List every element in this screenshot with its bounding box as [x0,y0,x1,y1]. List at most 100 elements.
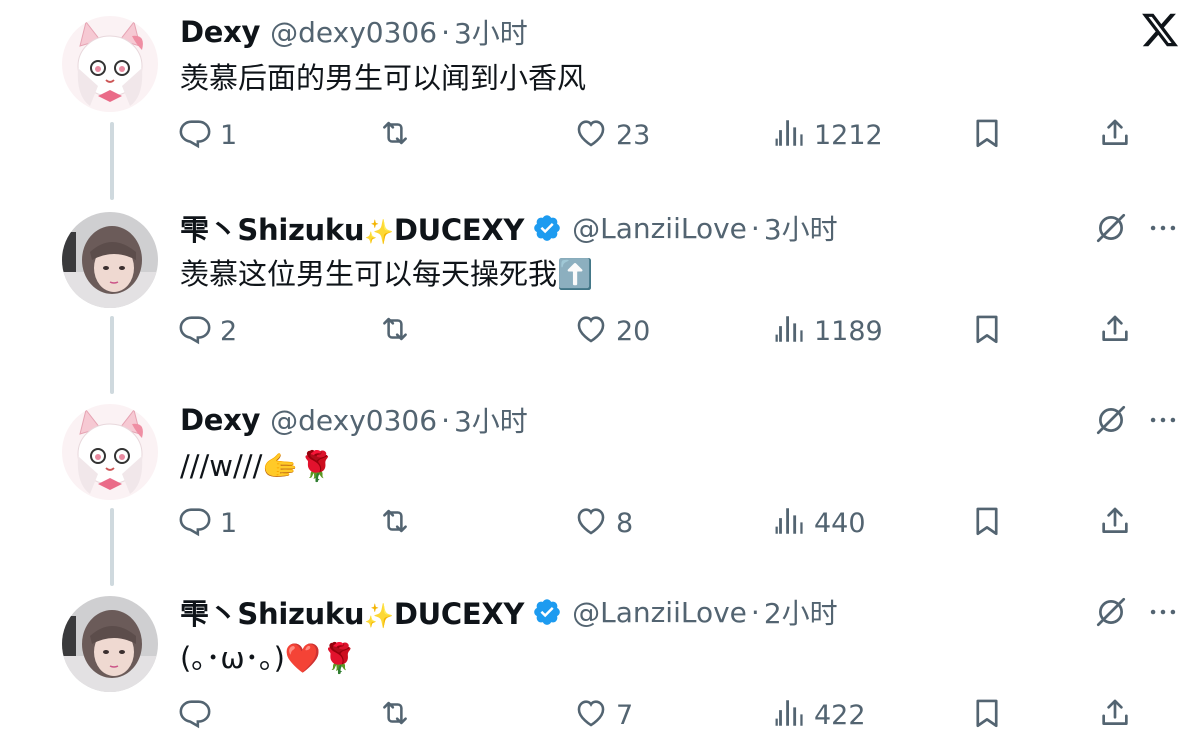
grok-icon[interactable] [1094,590,1128,634]
timestamp[interactable]: 3小时 [454,12,528,52]
handle[interactable]: @dexy0306 [270,404,437,437]
avatar[interactable] [62,404,158,500]
retweet-button[interactable] [378,498,420,548]
bookmark-button[interactable] [970,690,1004,740]
share-button[interactable] [1098,498,1132,548]
bookmark-icon [970,504,1004,542]
retweet-button[interactable] [378,306,420,356]
avatar[interactable] [62,16,158,112]
views-icon [772,116,806,154]
views-button[interactable]: 422 [772,690,866,740]
tweet-header: 雫丶Shizuku✨DUCEXY @LanziiLove · 2小时 [180,590,838,634]
tweet[interactable]: 雫丶Shizuku✨DUCEXY @LanziiLove · 2小时 (｡･ω･｡)❤️… [0,580,1200,753]
reply-count: 2 [220,315,238,347]
sparkles-emoji: ✨ [364,602,394,630]
tweet-text: (｡･ω･｡)❤️🌹 [180,641,358,675]
views-icon [772,504,806,542]
views-icon [772,312,806,350]
display-name[interactable]: Dexy [180,15,260,49]
more-icon[interactable] [1146,590,1180,634]
separator: · [750,595,760,629]
reply-icon [178,312,212,350]
avatar[interactable] [62,212,158,308]
avatar[interactable] [62,596,158,692]
reply-button[interactable]: 1 [178,498,237,548]
like-count: 8 [616,507,634,539]
reply-icon [178,116,212,154]
more-icon[interactable] [1146,206,1180,250]
like-icon [574,504,608,542]
retweet-button[interactable] [378,690,420,740]
tweet-header: 雫丶Shizuku✨DUCEXY @LanziiLove · 3小时 [180,206,838,250]
handle[interactable]: @LanziiLove [572,212,747,245]
like-count: 20 [616,315,651,347]
separator: · [441,15,450,49]
views-count: 440 [814,507,866,539]
like-button[interactable]: 20 [574,306,650,356]
retweet-button[interactable] [378,110,420,160]
share-icon [1098,504,1132,542]
verified-badge-icon [532,597,562,627]
reply-button[interactable]: 2 [178,306,237,356]
views-count: 1189 [814,315,883,347]
sparkles-emoji: ✨ [364,218,394,246]
views-button[interactable]: 1189 [772,306,883,356]
views-count: 422 [814,699,866,731]
reply-button[interactable] [178,690,220,740]
tweet[interactable]: 雫丶Shizuku✨DUCEXY @LanziiLove · 3小时羡慕这位男生可以每… [0,196,1200,386]
timestamp[interactable]: 3小时 [764,208,838,248]
separator: · [441,403,450,437]
retweet-icon [378,116,412,154]
like-button[interactable]: 8 [574,498,633,548]
handle[interactable]: @dexy0306 [270,16,437,49]
more-icon[interactable] [1146,398,1180,442]
reply-icon [178,696,212,734]
like-icon [574,696,608,734]
like-icon [574,116,608,154]
bookmark-icon [970,312,1004,350]
action-bar: 7 422 [0,690,1200,740]
reply-count: 1 [220,507,238,539]
display-name[interactable]: Dexy [180,403,260,437]
like-count: 23 [616,119,651,151]
tweet-header: Dexy @dexy0306 · 3小时 [180,10,528,54]
timestamp[interactable]: 2小时 [764,592,838,632]
share-icon [1098,116,1132,154]
timestamp[interactable]: 3小时 [454,400,528,440]
like-button[interactable]: 23 [574,110,650,160]
bookmark-button[interactable] [970,110,1004,160]
reply-button[interactable]: 1 [178,110,237,160]
tweet-text: 羡慕后面的男生可以闻到小香风 [180,61,587,95]
share-button[interactable] [1098,306,1132,356]
bookmark-icon [970,696,1004,734]
tweet[interactable]: Dexy @dexy0306 · 3小时 ///w///🫱🌹 1 8 440 [0,388,1200,578]
retweet-icon [378,504,412,542]
share-button[interactable] [1098,110,1132,160]
display-name[interactable]: 雫丶Shizuku✨DUCEXY [180,207,524,249]
action-bar: 1 23 1212 [0,110,1200,160]
handle[interactable]: @LanziiLove [572,596,747,629]
share-button[interactable] [1098,690,1132,740]
action-bar: 1 8 440 [0,498,1200,548]
views-button[interactable]: 1212 [772,110,883,160]
tweet-text: ///w///🫱🌹 [180,449,335,483]
reply-count: 1 [220,119,238,151]
like-count: 7 [616,699,634,731]
display-name[interactable]: 雫丶Shizuku✨DUCEXY [180,591,524,633]
action-bar: 2 20 1189 [0,306,1200,356]
verified-badge-icon [532,213,562,243]
grok-icon[interactable] [1094,206,1128,250]
share-icon [1098,696,1132,734]
tweet-text: 羡慕这位男生可以每天操死我⬆️ [180,257,594,291]
bookmark-button[interactable] [970,306,1004,356]
share-icon [1098,312,1132,350]
tweet[interactable]: Dexy @dexy0306 · 3小时羡慕后面的男生可以闻到小香风 1 23 1212 [0,0,1200,190]
separator: · [750,211,760,245]
retweet-icon [378,312,412,350]
like-button[interactable]: 7 [574,690,633,740]
grok-icon[interactable] [1094,398,1128,442]
bookmark-button[interactable] [970,498,1004,548]
bookmark-icon [970,116,1004,154]
reply-icon [178,504,212,542]
views-button[interactable]: 440 [772,498,866,548]
